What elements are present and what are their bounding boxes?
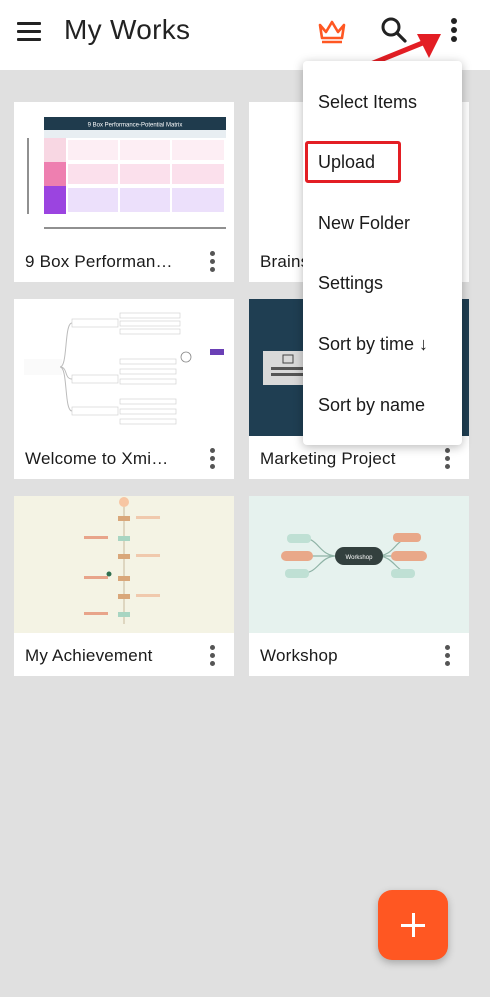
file-name: Workshop [260, 646, 338, 665]
page-title: My Works [64, 14, 191, 45]
more-vert-icon[interactable] [208, 645, 216, 667]
menu-icon[interactable] [17, 22, 43, 42]
menu-item-new-folder[interactable]: New Folder [318, 213, 410, 234]
file-thumbnail: 9 Box Performance-Potential Matrix [14, 102, 234, 239]
file-thumbnail [14, 299, 234, 436]
overflow-menu: Select Items Upload New Folder Settings … [303, 61, 462, 445]
menu-item-select-items[interactable]: Select Items [318, 92, 417, 113]
menu-item-sort-by-time[interactable]: Sort by time ↓ [318, 334, 428, 355]
more-vert-icon[interactable] [444, 18, 464, 46]
file-name: Marketing Project [260, 449, 396, 468]
more-vert-icon[interactable] [208, 251, 216, 273]
file-thumbnail [14, 496, 234, 633]
crown-icon[interactable] [317, 18, 347, 44]
file-thumbnail: Workshop [249, 496, 469, 633]
file-card-9-box[interactable]: 9 Box Performance-Potential Matrix 9 Box… [14, 102, 234, 282]
menu-item-sort-by-name[interactable]: Sort by name [318, 395, 425, 416]
more-vert-icon[interactable] [443, 645, 451, 667]
file-card-workshop[interactable]: Workshop Workshop [249, 496, 469, 676]
more-vert-icon[interactable] [208, 448, 216, 470]
menu-item-upload[interactable]: Upload [318, 152, 375, 173]
thumb-title: 9 Box Performance-Potential Matrix [88, 123, 183, 129]
file-card-welcome[interactable]: Welcome to Xmi… [14, 299, 234, 479]
thumb-title: Workshop [346, 555, 374, 561]
add-button[interactable] [378, 890, 448, 960]
file-name: Welcome to Xmi… [25, 449, 169, 468]
more-vert-icon[interactable] [443, 448, 451, 470]
file-card-my-achievement[interactable]: My Achievement [14, 496, 234, 676]
file-name: My Achievement [25, 646, 153, 665]
file-name: 9 Box Performan… [25, 252, 173, 271]
menu-item-settings[interactable]: Settings [318, 273, 383, 294]
